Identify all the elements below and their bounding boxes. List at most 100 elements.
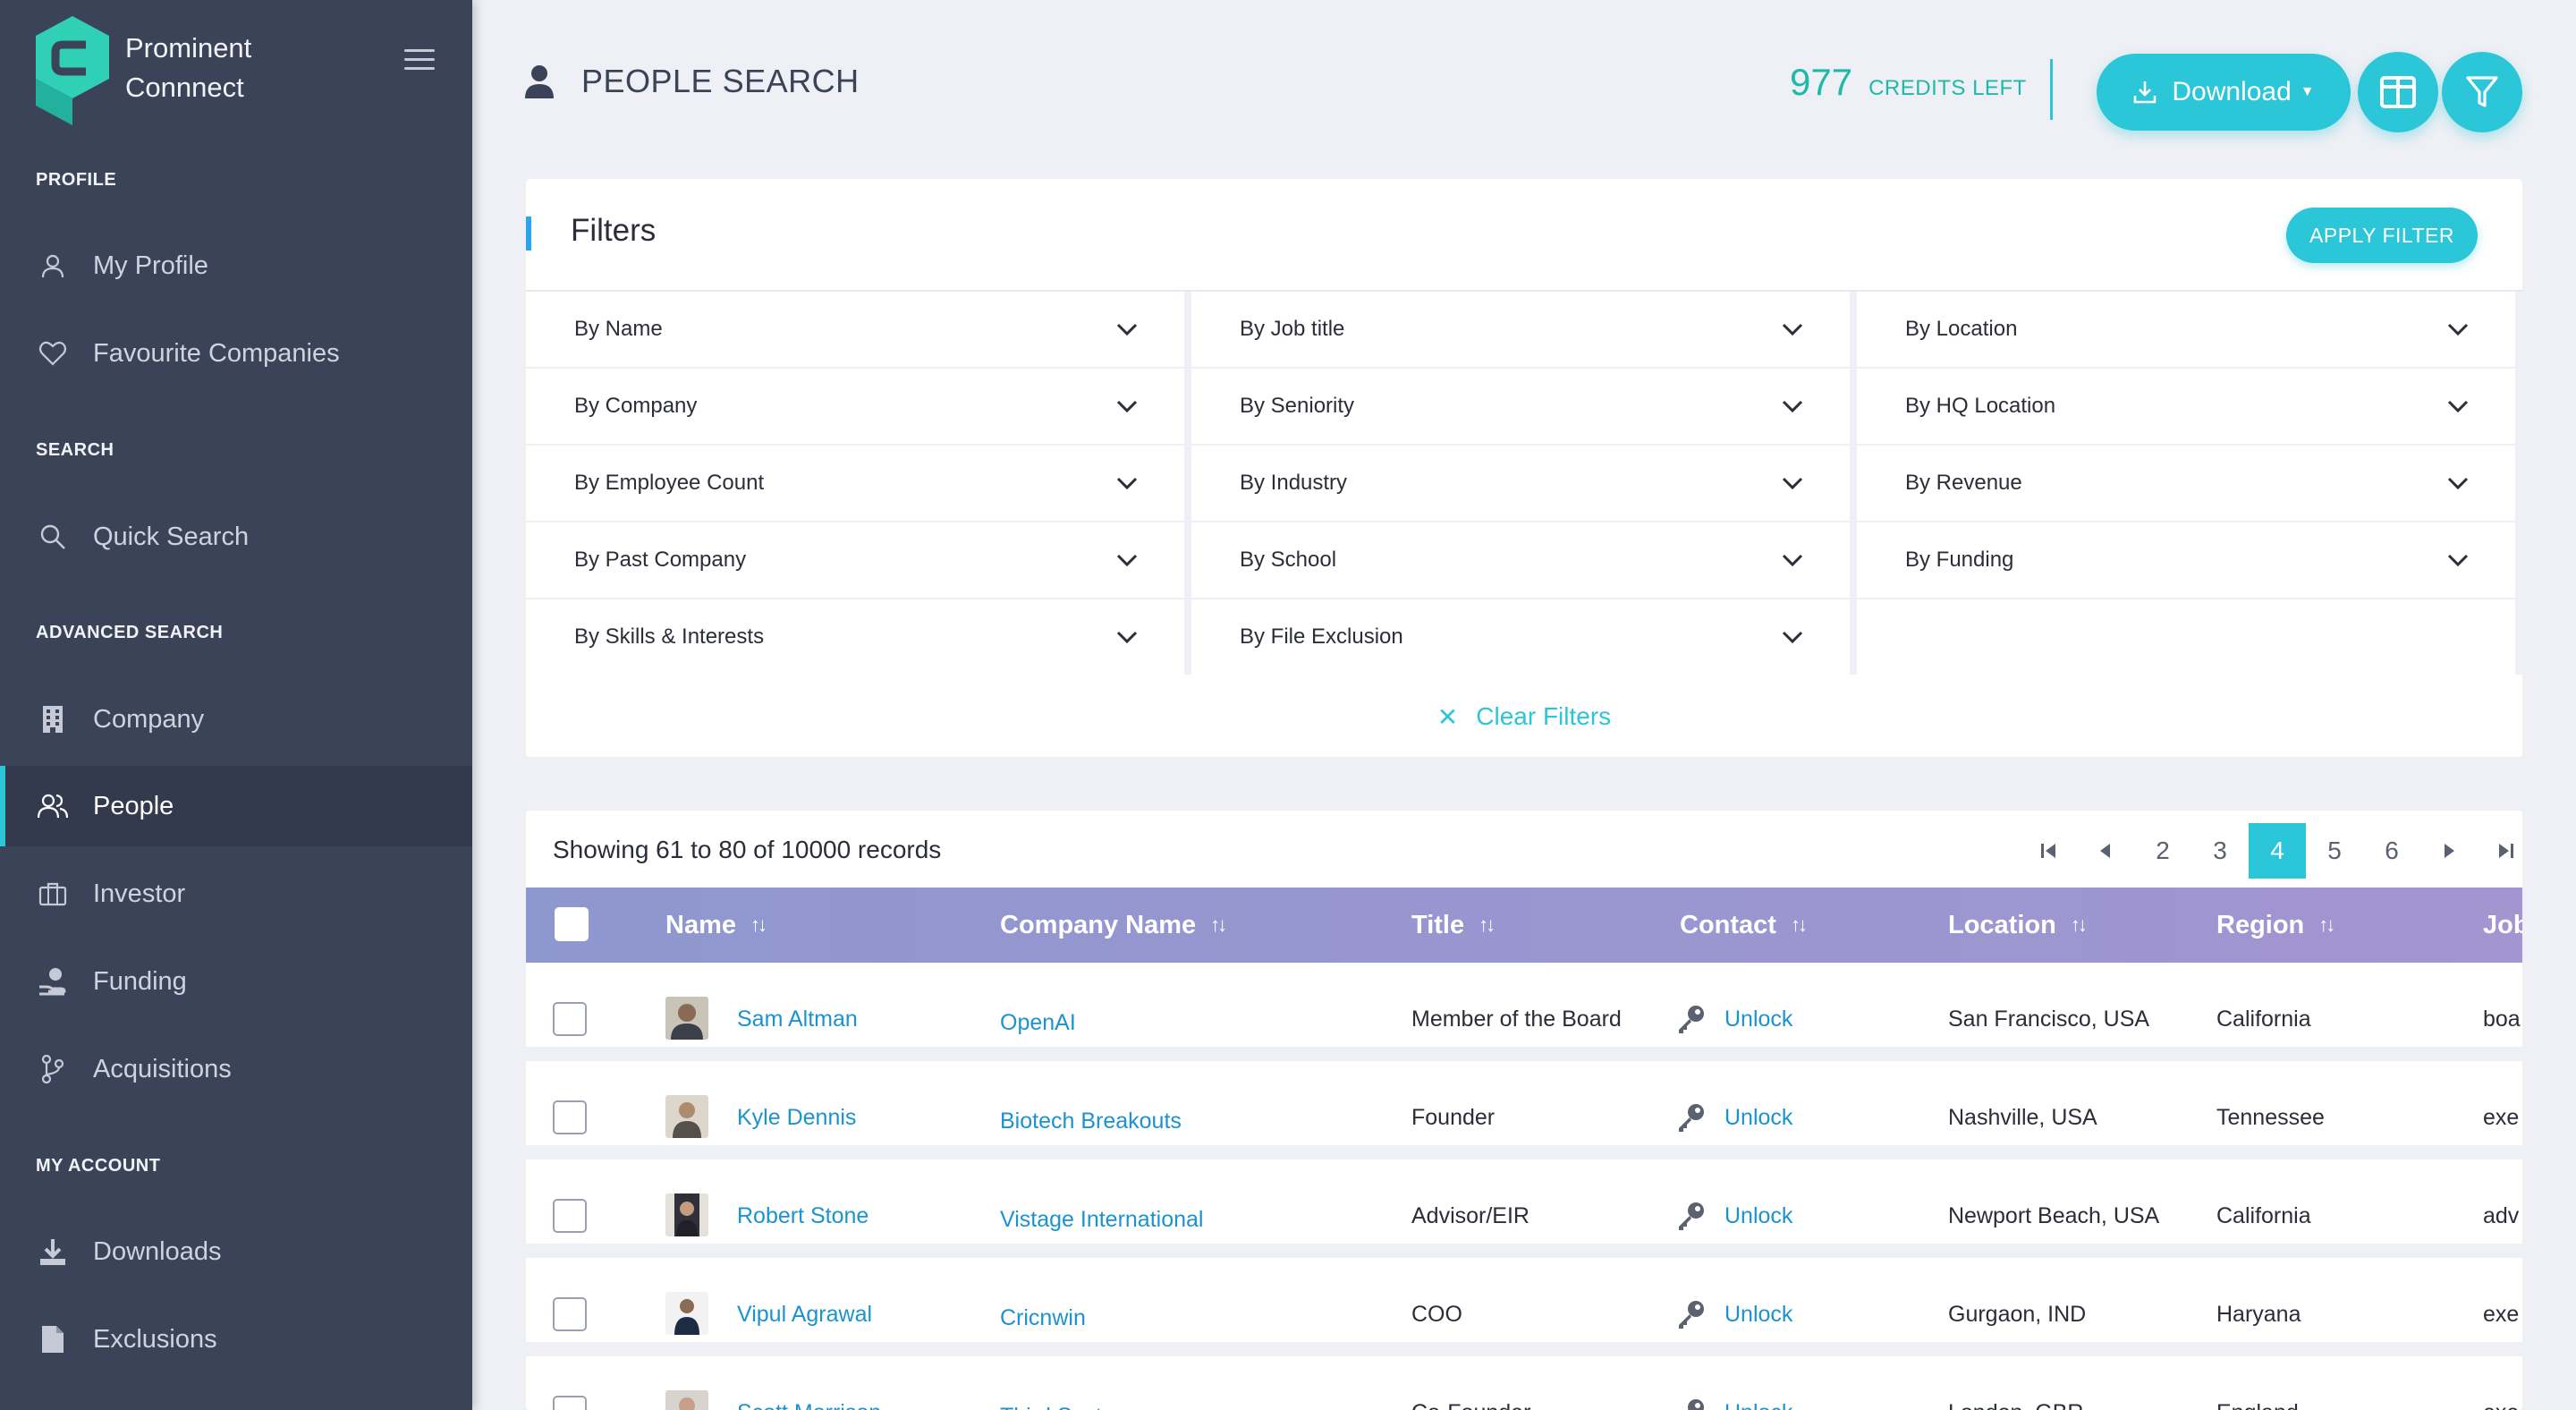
caret-down-icon: ▼ [2300,84,2315,99]
filter-grid: By Name By Job title By Location By Comp… [526,290,2522,675]
column-header-company[interactable]: Company Name ↑↓ [1000,888,1227,963]
company-name-link[interactable]: Third Sector [1000,1374,1122,1410]
unlock-link[interactable]: Unlock [1724,1007,1792,1032]
page-button[interactable]: 5 [2306,823,2363,879]
person-name-link[interactable]: Sam Altman [737,977,858,1061]
sidebar-item-funding[interactable]: Funding [0,941,472,1022]
column-header-title[interactable]: Title ↑↓ [1411,888,1496,963]
filter-by-revenue[interactable]: By Revenue [1857,446,2515,521]
filter-label: By HQ Location [1905,394,2056,418]
page-button[interactable]: 3 [2191,823,2249,879]
building-icon [36,702,70,736]
sidebar-item-exclusions[interactable]: Exclusions [0,1299,472,1380]
row-checkbox[interactable] [553,1199,587,1233]
column-header-location[interactable]: Location ↑↓ [1948,888,2088,963]
filter-label: By Employee Count [574,471,765,495]
filter-by-past-company[interactable]: By Past Company [526,522,1184,598]
clear-filters-button[interactable]: ✕ Clear Filters [1437,702,1611,732]
page-button-current[interactable]: 4 [2249,823,2306,879]
unlock-link[interactable]: Unlock [1724,1302,1792,1328]
table-row: Robert Stone Vistage International Advis… [526,1174,2522,1258]
sidebar-item-my-profile[interactable]: My Profile [0,225,472,306]
table-row: Sam Altman OpenAI Member of the Board Un… [526,977,2522,1061]
company-name-link[interactable]: OpenAI [1000,981,1076,1065]
filter-by-location[interactable]: By Location [1857,292,2515,367]
sidebar-item-acquisitions[interactable]: Acquisitions [0,1029,472,1109]
sidebar-item-favourite-companies[interactable]: Favourite Companies [0,313,472,394]
column-header-name[interactable]: Name ↑↓ [665,888,767,963]
filter-by-school[interactable]: By School [1191,522,1850,598]
person-name-link[interactable]: Robert Stone [737,1174,869,1258]
filter-by-company[interactable]: By Company [526,369,1184,444]
filters-panel: Filters APPLY FILTER By Name By Job titl… [526,179,2522,757]
sidebar-item-quick-search[interactable]: Quick Search [0,497,472,577]
sidebar-item-label: Downloads [93,1236,222,1266]
filter-by-skills-interests[interactable]: By Skills & Interests [526,599,1184,675]
filter-label: By Revenue [1905,471,2022,495]
filter-by-employee-count[interactable]: By Employee Count [526,446,1184,521]
sidebar-item-company[interactable]: Company [0,679,472,760]
sidebar-item-investor[interactable]: Investor [0,854,472,934]
company-name-link[interactable]: Vistage International [1000,1177,1203,1261]
chevron-down-icon [1782,477,1803,490]
page-button[interactable]: 2 [2134,823,2191,879]
chevron-down-icon [2447,400,2469,413]
contact-cell: Unlock [1676,1272,1792,1356]
table-header: Name ↑↓ Company Name ↑↓ Title ↑↓ Contact ↑↓ … [526,888,2522,963]
search-icon [36,520,70,554]
key-icon [1679,1104,1704,1132]
table-row: Kyle Dennis Biotech Breakouts Founder Un… [526,1075,2522,1159]
first-page-button[interactable] [2020,823,2077,879]
contact-cell: Unlock [1676,1371,1792,1410]
unlock-link[interactable]: Unlock [1724,1400,1792,1410]
location-cell: London, GBR [1948,1371,2084,1410]
unlock-link[interactable]: Unlock [1724,1105,1792,1131]
row-checkbox[interactable] [553,1396,587,1410]
filter-label: By Past Company [574,548,747,572]
prev-page-button[interactable] [2077,823,2134,879]
unlock-link[interactable]: Unlock [1724,1203,1792,1229]
title-cell: Member of the Board [1411,1006,1622,1032]
row-checkbox[interactable] [553,1100,587,1134]
section-label-search: SEARCH [36,440,114,460]
filter-by-hq-location[interactable]: By HQ Location [1857,369,2515,444]
hamburger-menu-icon[interactable] [404,45,436,73]
sidebar-item-downloads[interactable]: Downloads [0,1211,472,1292]
next-page-button[interactable] [2420,823,2478,879]
location-cell: Nashville, USA [1948,1104,2097,1130]
filter-by-job-title[interactable]: By Job title [1191,292,1850,367]
person-name-link[interactable]: Vipul Agrawal [737,1272,872,1356]
row-checkbox[interactable] [553,1297,587,1331]
sort-icon: ↑↓ [2318,913,2335,936]
sidebar-item-label: Favourite Companies [93,338,340,368]
person-name-link[interactable]: Scott Morrison [737,1371,881,1410]
select-all-checkbox[interactable] [555,907,589,941]
column-header-contact[interactable]: Contact ↑↓ [1680,888,1808,963]
filter-by-funding[interactable]: By Funding [1857,522,2515,598]
download-button[interactable]: Download ▼ [2097,54,2351,131]
column-header-region[interactable]: Region ↑↓ [2216,888,2335,963]
columns-view-button[interactable] [2358,52,2438,132]
company-name-link[interactable]: Biotech Breakouts [1000,1079,1182,1163]
page-button[interactable]: 6 [2363,823,2420,879]
filter-label: By Company [574,394,698,418]
filter-by-file-exclusion[interactable]: By File Exclusion [1191,599,1850,675]
records-summary: Showing 61 to 80 of 10000 records [553,836,942,863]
apply-filter-button[interactable]: APPLY FILTER [2286,208,2478,263]
filter-by-industry[interactable]: By Industry [1191,446,1850,521]
row-checkbox[interactable] [553,1002,587,1036]
last-page-button[interactable] [2478,823,2522,879]
filter-toggle-button[interactable] [2442,52,2522,132]
people-icon [36,789,70,823]
sidebar-item-people[interactable]: People [0,766,472,846]
filter-by-name[interactable]: By Name [526,292,1184,367]
sidebar-item-label: Acquisitions [93,1054,232,1083]
person-name-link[interactable]: Kyle Dennis [737,1075,856,1159]
company-name-link[interactable]: Cricnwin [1000,1276,1086,1360]
filters-header: Filters APPLY FILTER [526,179,2522,290]
title-cell: Founder [1411,1104,1496,1130]
filter-by-seniority[interactable]: By Seniority [1191,369,1850,444]
column-header-job[interactable]: Job [2483,888,2522,963]
sidebar-item-label: Investor [93,879,186,908]
filter-label: By Seniority [1240,394,1355,418]
